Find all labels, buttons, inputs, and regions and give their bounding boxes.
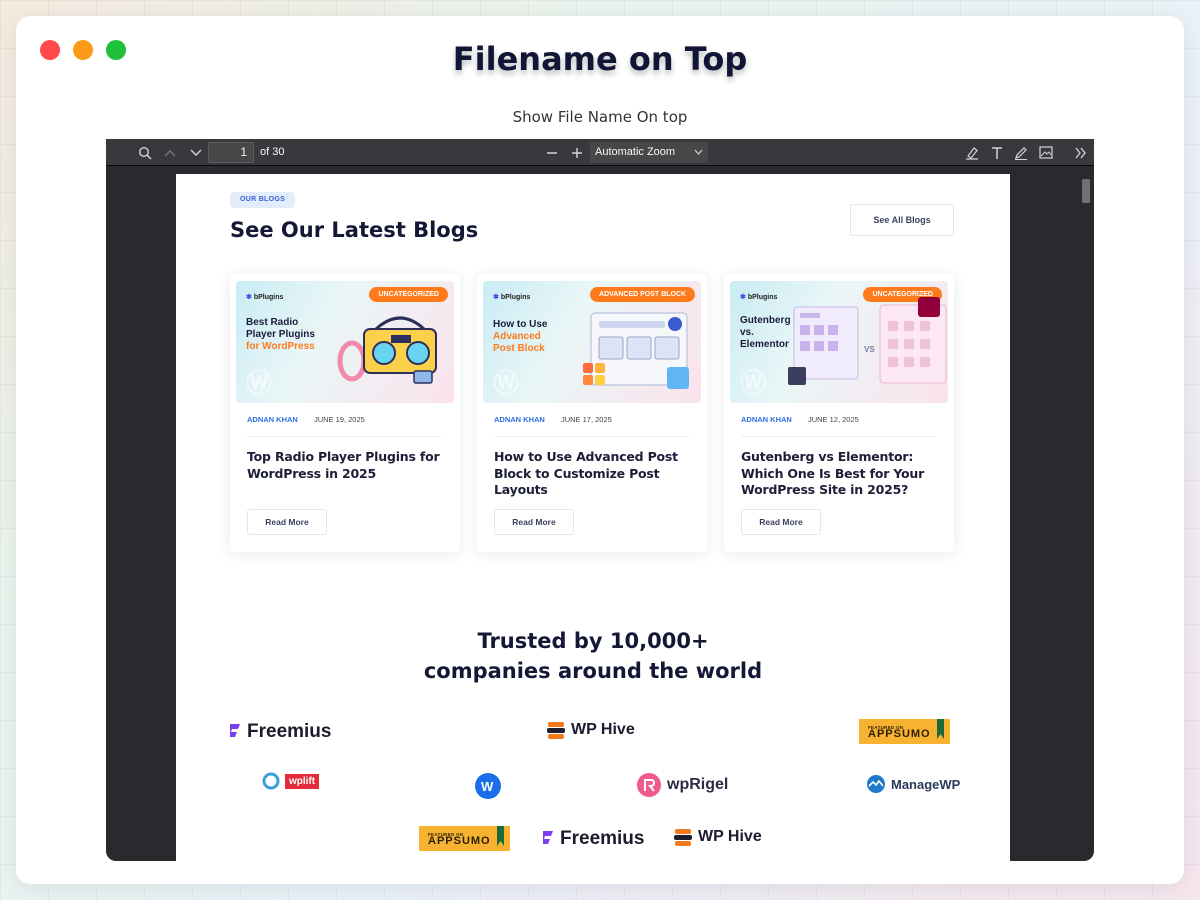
blog-card[interactable]: ✱ bPlugins UNCATEGORIZED Gutenberg vs. E… [724,274,954,552]
ribbon-icon [937,719,944,739]
wp-blue-logo-icon: W [474,772,502,800]
blog-meta: ADNAN KHAN JUNE 19, 2025 [247,415,365,424]
freemius-icon [230,724,240,737]
pdf-toolbar: 1 of 30 Automatic Zoom [106,139,1094,166]
wprigel-logo: wpRigel [636,772,728,798]
trusted-line-1: Trusted by 10,000+ [477,629,709,653]
blog-meta: ADNAN KHAN JUNE 17, 2025 [494,415,612,424]
scrollbar-thumb[interactable] [1082,179,1090,203]
ribbon-icon [497,826,504,846]
svg-text:VS: VS [864,345,875,354]
wordpress-watermark-icon: Ⓦ [740,368,767,398]
hive-icon [547,722,565,739]
managewp-logo: ManageWP [866,774,960,794]
blog-card-image: ✱ bPlugins ADVANCED POST BLOCK How to Us… [483,281,701,403]
gutenberg-vs-elementor-illustration-icon: VS [788,297,947,385]
appsumo-badge: FEATURED ON APPSUMO [419,826,510,851]
wplift-logo: wplift [262,772,320,790]
image-icon[interactable] [1036,143,1055,162]
blog-card[interactable]: ✱ bPlugins ADVANCED POST BLOCK How to Us… [477,274,707,552]
highlight-icon[interactable] [962,143,981,162]
page-number-input[interactable]: 1 [208,142,254,163]
blog-card-image: ✱ bPlugins UNCATEGORIZED Best Radio Play… [236,281,454,403]
author-link[interactable]: ADNAN KHAN [494,415,545,424]
wordpress-watermark-icon: Ⓦ [246,368,273,398]
blog-title[interactable]: How to Use Advanced Post Block to Custom… [494,449,694,499]
section-heading: See Our Latest Blogs [230,218,479,242]
read-more-button[interactable]: Read More [741,509,821,535]
wplift-icon [262,772,280,790]
blog-card[interactable]: ✱ bPlugins UNCATEGORIZED Best Radio Play… [230,274,460,552]
managewp-icon [867,775,885,793]
svg-text:W: W [481,779,494,794]
chevron-down-icon [694,142,703,163]
image-caption: Best Radio Player Plugins for WordPress [246,317,315,352]
blog-card-image: ✱ bPlugins UNCATEGORIZED Gutenberg vs. E… [730,281,948,403]
pdf-viewer: 1 of 30 Automatic Zoom OUR BLOGS See Our… [106,139,1094,861]
search-icon[interactable] [135,143,154,162]
post-date: JUNE 19, 2025 [313,415,365,424]
divider [741,436,936,437]
author-link[interactable]: ADNAN KHAN [247,415,298,424]
blogs-pill: OUR BLOGS [230,192,296,208]
text-icon[interactable] [987,143,1006,162]
divider [247,436,442,437]
post-block-illustration-icon [583,312,689,389]
wordpress-watermark-icon: Ⓦ [493,368,520,398]
read-more-button[interactable]: Read More [247,509,327,535]
trusted-line-2: companies around the world [423,659,763,683]
category-badge: UNCATEGORIZED [369,287,448,302]
brand-logo: ✱ bPlugins [246,294,284,301]
read-more-button[interactable]: Read More [494,509,574,535]
zoom-out-icon[interactable] [542,143,561,162]
window-title: Filename on Top [452,40,748,78]
page-total-label: of 30 [260,146,285,158]
see-all-blogs-button[interactable]: See All Blogs [850,204,954,236]
hive-icon [674,829,692,846]
double-chevron-right-icon[interactable] [1071,143,1090,162]
freemius-logo: Freemius [228,721,331,743]
freemius-icon [543,831,553,844]
zoom-in-icon[interactable] [567,143,586,162]
pdf-page: OUR BLOGS See Our Latest Blogs See All B… [176,174,1010,861]
brand-logo: ✱ bPlugins [493,294,531,301]
image-caption: Gutenberg vs. Elementor [740,315,791,350]
draw-icon[interactable] [1011,143,1030,162]
appsumo-badge: FEATURED ON APPSUMO [859,719,950,744]
file-name-label: Show File Name On top [512,108,688,126]
category-badge: ADVANCED POST BLOCK [590,287,695,302]
post-date: JUNE 17, 2025 [560,415,612,424]
wprigel-icon [637,773,661,797]
vertical-scrollbar[interactable] [1081,173,1091,859]
zoom-select[interactable]: Automatic Zoom [590,142,708,163]
app-window: Filename on Top Show File Name On top 1 … [16,16,1184,884]
chevron-down-icon[interactable] [186,143,205,162]
zoom-select-label: Automatic Zoom [595,146,676,158]
radio-illustration-icon [337,316,437,384]
blog-title[interactable]: Top Radio Player Plugins for WordPress i… [247,449,447,482]
wphive-logo: WP Hive [546,719,635,741]
brand-logo: ✱ bPlugins [740,294,778,301]
post-date: JUNE 12, 2025 [807,415,859,424]
trusted-heading: Trusted by 10,000+ companies around the … [176,626,1010,686]
divider [494,436,689,437]
blog-meta: ADNAN KHAN JUNE 12, 2025 [741,415,859,424]
blog-title[interactable]: Gutenberg vs Elementor: Which One Is Bes… [741,449,941,499]
image-caption: How to Use Advanced Post Block [493,319,548,354]
freemius-logo: Freemius [541,828,644,850]
author-link[interactable]: ADNAN KHAN [741,415,792,424]
chevron-up-icon[interactable] [160,143,179,162]
wphive-logo: WP Hive [673,826,762,848]
